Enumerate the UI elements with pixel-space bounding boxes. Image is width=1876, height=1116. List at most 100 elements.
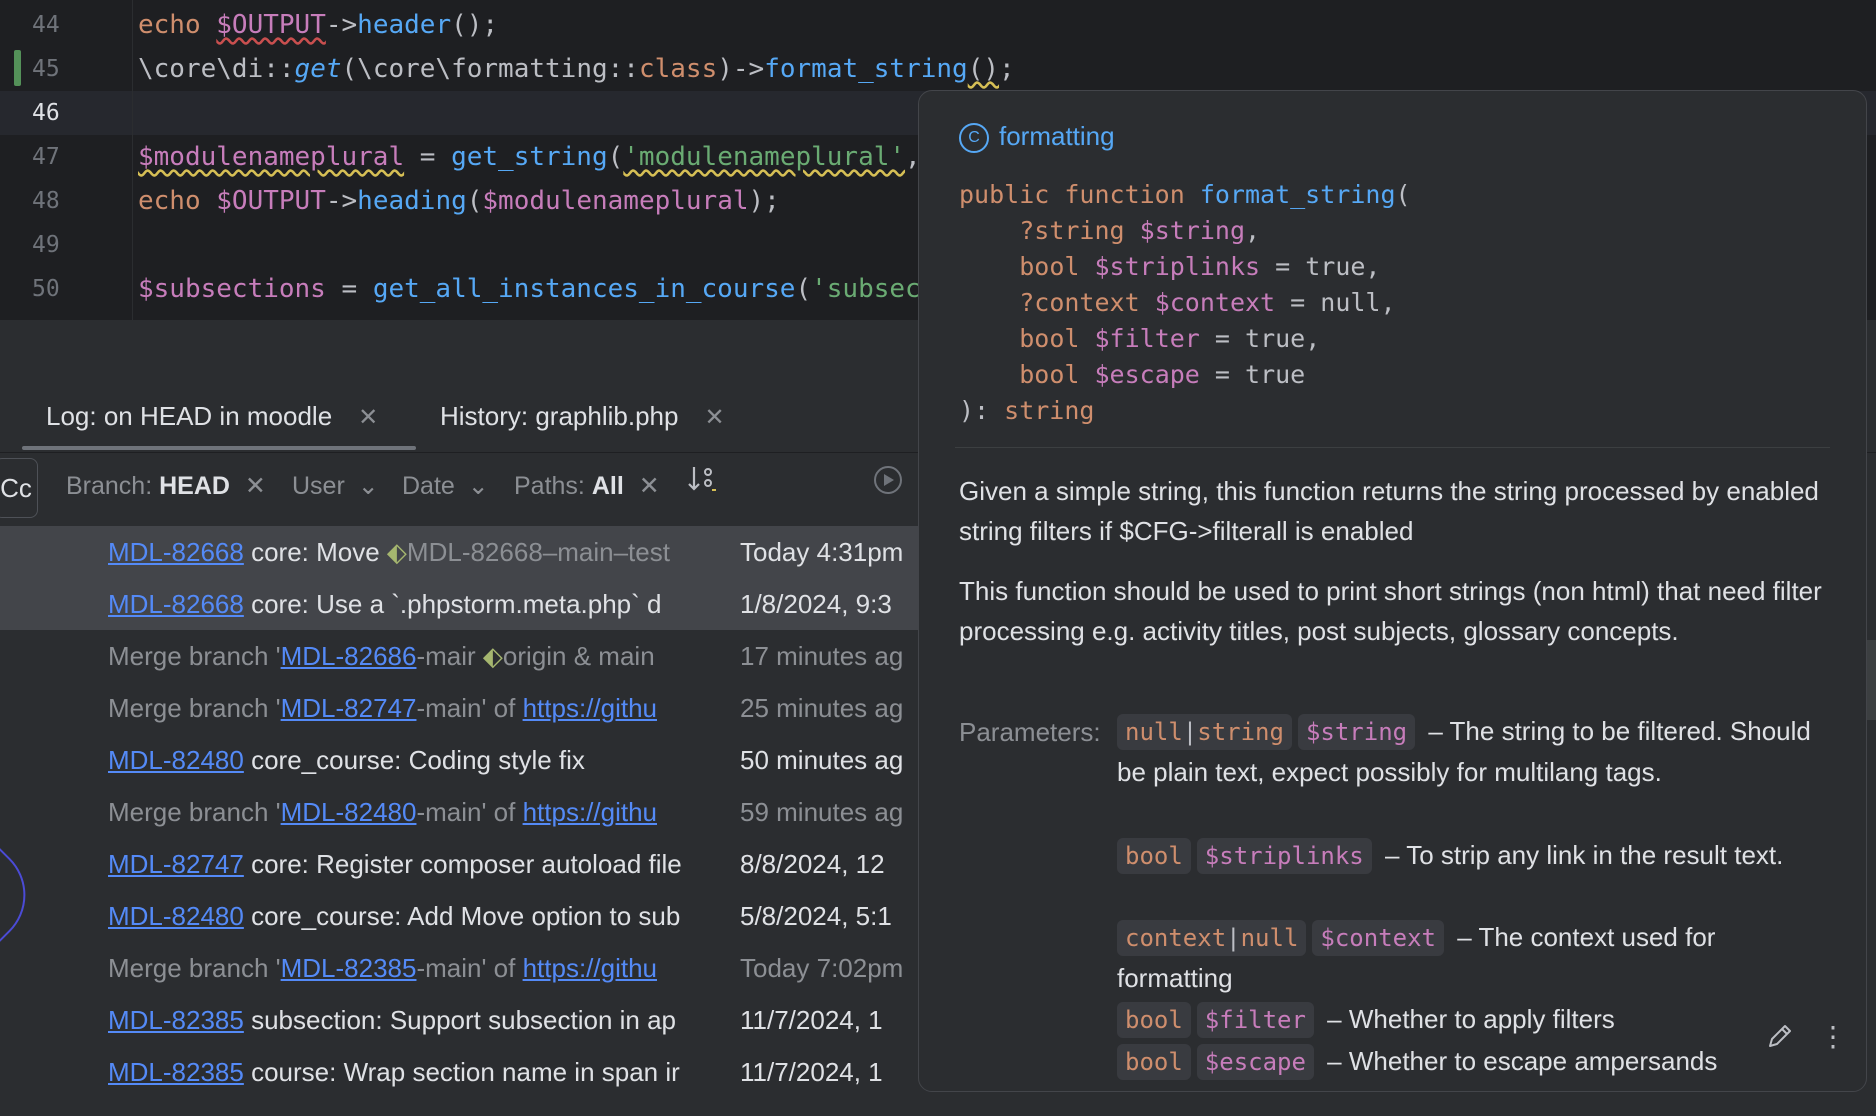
documentation-popup[interactable]: Cformatting public function format_strin…: [918, 90, 1867, 1092]
param-var-chip: $escape: [1196, 1044, 1314, 1080]
code-line-45[interactable]: \core\di::get(\core\formatting::class)->…: [138, 47, 1015, 91]
edit-icon[interactable]: [1765, 1021, 1795, 1051]
sig-token: ?context: [1019, 288, 1140, 317]
line-number[interactable]: 48: [0, 179, 130, 223]
commit-row[interactable]: MDL-82480 core_course: Add Move option t…: [0, 890, 930, 942]
param-var-chip: $striplinks: [1196, 838, 1372, 874]
commit-row[interactable]: MDL-82747 core: Register composer autolo…: [0, 838, 930, 890]
commit-date: Today 4:31pm: [740, 537, 904, 567]
more-options-icon[interactable]: ⋮: [1819, 1023, 1847, 1051]
branch-filter[interactable]: Branch: HEAD ✕: [66, 464, 266, 508]
commit-row[interactable]: Merge branch 'MDL-82480-main' of https:/…: [0, 786, 930, 838]
sig-token: (: [1395, 180, 1411, 209]
commit-date: 25 minutes ag: [740, 693, 904, 723]
code-token: echo: [138, 10, 201, 40]
code-token: class: [638, 54, 718, 84]
sig-token: $context: [1154, 288, 1276, 317]
scrollbar[interactable]: [1866, 640, 1876, 720]
run-icon[interactable]: [872, 464, 904, 508]
code-token: ::: [263, 54, 295, 84]
line-number[interactable]: 45: [0, 47, 130, 91]
url-link[interactable]: https://githu: [523, 953, 657, 983]
code-token: $modulenameplural: [138, 142, 405, 172]
line-number[interactable]: 47: [0, 135, 130, 179]
commit-row[interactable]: MDL-82480 core_course: Coding style fix …: [0, 734, 930, 786]
doc-description: This function should be used to print sh…: [959, 576, 1822, 646]
code-line-44[interactable]: echo $OUTPUT->header();: [138, 3, 498, 47]
code-token: =: [404, 142, 452, 172]
sig-token: public function: [959, 180, 1200, 209]
issue-link[interactable]: MDL-82747: [108, 849, 244, 879]
commit-text: course: Wrap section name in span ir: [243, 1057, 680, 1087]
user-filter[interactable]: User ⌄: [292, 464, 379, 508]
close-icon[interactable]: ✕: [704, 404, 724, 431]
param-var-chip: $filter: [1196, 1002, 1314, 1038]
issue-link[interactable]: MDL-82480: [108, 901, 244, 931]
filter-label: Paths:: [514, 472, 585, 500]
tab-log[interactable]: Log: on HEAD in moodle ✕: [46, 396, 378, 436]
class-name-link[interactable]: formatting: [999, 121, 1115, 151]
issue-link[interactable]: MDL-82668: [108, 537, 244, 567]
commit-subject: MDL-82385 course: Wrap section name in s…: [108, 1046, 736, 1098]
line-number[interactable]: 46: [0, 91, 130, 135]
close-icon[interactable]: ✕: [639, 472, 660, 500]
code-token: header: [357, 10, 452, 40]
commit-subject: Merge branch 'MDL-82686-mair ⬖origin & m…: [108, 630, 736, 682]
issue-link[interactable]: MDL-82385: [281, 953, 417, 983]
code-line-48[interactable]: echo $OUTPUT->heading($modulenameplural)…: [138, 179, 780, 223]
commit-row[interactable]: Merge branch 'MDL-82686-mair ⬖origin & m…: [0, 630, 930, 682]
sig-token: bool: [1019, 324, 1080, 353]
line-number[interactable]: 44: [0, 3, 130, 47]
param-type-chip: bool: [1117, 838, 1191, 874]
popup-title[interactable]: Cformatting: [959, 121, 1115, 154]
cc-button[interactable]: Cc: [0, 458, 38, 518]
code-token: formatting: [451, 54, 608, 84]
code-token: );: [748, 186, 780, 216]
code-line-47[interactable]: $modulenameplural = get_string('modulena…: [138, 135, 921, 179]
issue-link[interactable]: MDL-82747: [281, 693, 417, 723]
code-token: get: [294, 54, 342, 84]
commit-subject: MDL-82480 core_course: Coding style fix: [108, 734, 736, 786]
sig-token: ):: [959, 396, 1005, 425]
sig-token: = null,: [1275, 288, 1396, 317]
line-number[interactable]: 50: [0, 267, 130, 311]
url-link[interactable]: https://githu: [523, 693, 657, 723]
date-filter[interactable]: Date ⌄: [402, 464, 489, 508]
code-token: heading: [357, 186, 467, 216]
commit-text: -main' of: [416, 693, 523, 723]
issue-link[interactable]: MDL-82385: [108, 1057, 244, 1087]
issue-link[interactable]: MDL-82686: [281, 641, 417, 671]
close-icon[interactable]: ✕: [245, 472, 266, 500]
tab-history[interactable]: History: graphlib.php ✕: [440, 396, 725, 436]
commit-row[interactable]: Merge branch 'MDL-82747-main' of https:/…: [0, 682, 930, 734]
commit-text: -main' of: [416, 797, 523, 827]
commit-row[interactable]: MDL-82385 subsection: Support subsection…: [0, 994, 930, 1046]
code-token: echo: [138, 186, 201, 216]
code-token: $modulenameplural: [482, 186, 749, 216]
close-icon[interactable]: ✕: [358, 404, 378, 431]
sort-icon[interactable]: [686, 464, 718, 508]
commit-row[interactable]: Merge branch 'MDL-82385-main' of https:/…: [0, 942, 930, 994]
commit-subject: MDL-82668 core: Move ⬖MDL-82668–main–tes…: [108, 526, 736, 578]
code-line-50[interactable]: $subsections = get_all_instances_in_cour…: [138, 267, 921, 311]
commit-date: 8/8/2024, 12: [740, 849, 885, 879]
issue-link[interactable]: MDL-82668: [108, 589, 244, 619]
issue-link[interactable]: MDL-82480: [281, 797, 417, 827]
sig-token: bool: [1019, 252, 1080, 281]
commit-row[interactable]: MDL-82668 core: Use a `.phpstorm.meta.ph…: [0, 578, 930, 630]
param-item: bool $escape – Whether to escape ampersan…: [1117, 1041, 1817, 1082]
commit-row[interactable]: MDL-82668 core: Move ⬖MDL-82668–main–tes…: [0, 526, 930, 578]
paths-filter[interactable]: Paths: All ✕: [514, 464, 660, 508]
line-number[interactable]: 49: [0, 223, 130, 267]
param-type-chip: bool: [1117, 1044, 1191, 1080]
param-var-chip: $string: [1297, 714, 1416, 750]
url-link[interactable]: https://githu: [523, 797, 657, 827]
sig-token: = true,: [1260, 252, 1381, 281]
commit-row[interactable]: MDL-82385 course: Wrap section name in s…: [0, 1046, 930, 1098]
issue-link[interactable]: MDL-82480: [108, 745, 244, 775]
commit-text: subsection: Support subsection in ap: [243, 1005, 677, 1035]
commit-date: Today 7:02pm: [740, 953, 904, 983]
issue-link[interactable]: MDL-82385: [108, 1005, 244, 1035]
line-number-text: 45: [32, 56, 60, 82]
gutter-separator: [132, 0, 133, 320]
